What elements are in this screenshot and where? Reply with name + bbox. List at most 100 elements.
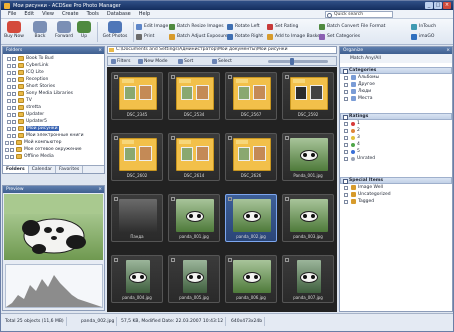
special-checkbox[interactable] [344, 192, 348, 197]
batch-exposure-button[interactable]: Batch Adjust Exposure [169, 32, 228, 41]
thumbnail-checkbox[interactable] [171, 258, 175, 262]
expand-toggle-icon[interactable] [7, 133, 11, 138]
folder-checkbox[interactable] [12, 56, 16, 61]
close-pane-icon[interactable]: × [98, 186, 102, 193]
folder-tree-node[interactable]: CyberLink [7, 62, 49, 69]
thumbnail-checkbox[interactable] [114, 258, 118, 262]
rotate-right-button[interactable]: Rotate Right [227, 32, 263, 41]
zoom-slider[interactable] [268, 58, 328, 65]
categories-item[interactable]: Люди [340, 88, 452, 95]
ratings-item[interactable]: Unrated [340, 155, 452, 162]
folder-tree-node[interactable]: Updater [7, 111, 44, 118]
select-button[interactable]: Select [212, 58, 232, 65]
expand-toggle-icon[interactable] [7, 70, 11, 75]
folder-checkbox[interactable] [12, 84, 16, 89]
imago-button[interactable]: imaGO [411, 32, 434, 41]
quick-search-input[interactable]: Quick search [325, 11, 393, 18]
expand-toggle-icon[interactable] [7, 56, 11, 61]
thumbnail-item[interactable]: panda_003.jpg [282, 194, 334, 242]
expand-toggle-icon[interactable] [7, 112, 11, 117]
special-item[interactable]: Uncategorized [340, 191, 452, 198]
expand-toggle-icon[interactable] [7, 105, 11, 110]
close-pane-icon[interactable]: × [446, 47, 450, 54]
folder-checkbox[interactable] [12, 91, 16, 96]
menu-create[interactable]: Create [58, 11, 83, 17]
thumbnail-checkbox[interactable] [228, 136, 232, 140]
categories-checkbox[interactable] [344, 82, 348, 87]
thumbnail-item[interactable]: Панда [111, 194, 163, 242]
expand-toggle-icon[interactable] [7, 91, 11, 96]
folder-tree-node[interactable]: Short Stories [7, 83, 55, 90]
folder-tree-node[interactable]: Updater5 [7, 118, 47, 125]
ratings-checkbox[interactable] [344, 156, 348, 161]
special-items-header[interactable]: Special Items [340, 177, 452, 184]
tab-favorites[interactable]: Favorites [56, 166, 84, 173]
get-photos-button[interactable]: Get Photos [101, 21, 129, 43]
folder-tree-node[interactable]: Мои электронные книги [7, 132, 84, 139]
zoom-slider-handle[interactable] [290, 58, 294, 65]
rotate-left-button[interactable]: Rotate Left [227, 22, 260, 31]
expand-toggle-icon[interactable] [7, 84, 11, 89]
thumbnail-item[interactable]: panda_002.jpg [225, 194, 277, 242]
special-item[interactable]: Image Well [340, 184, 452, 191]
folder-checkbox[interactable] [12, 70, 16, 75]
folder-tree-node[interactable]: Reception [7, 76, 48, 83]
buy-now-button[interactable]: Buy Now [3, 21, 25, 43]
folder-tree-node[interactable]: ICQ Lite [7, 69, 44, 76]
thumbnail-item[interactable]: DSC_2592 [282, 72, 334, 120]
thumbnail-item[interactable]: panda_007.jpg [282, 255, 334, 303]
thumbnail-item[interactable]: panda_005.jpg [168, 255, 220, 303]
ratings-item[interactable]: 2 [340, 127, 452, 134]
expand-toggle-icon[interactable] [7, 63, 11, 68]
folder-tree-node[interactable]: Book To Bud [7, 55, 54, 62]
thumbnail-checkbox[interactable] [285, 136, 289, 140]
ratings-item[interactable]: 1 [340, 120, 452, 127]
ratings-checkbox[interactable] [344, 128, 348, 133]
expand-toggle-icon[interactable] [5, 140, 9, 145]
ratings-item[interactable]: 3 [340, 134, 452, 141]
back-button[interactable]: Back [29, 21, 51, 43]
thumbnail-item[interactable]: DSC_2534 [168, 72, 220, 120]
thumbnail-item[interactable]: DSC_2602 [111, 133, 163, 181]
thumbnail-checkbox[interactable] [171, 75, 175, 79]
tab-calendar[interactable]: Calendar [29, 166, 56, 173]
edit-image-button[interactable]: Edit Image [136, 22, 168, 31]
thumbnail-checkbox[interactable] [228, 75, 232, 79]
thumbnail-item[interactable]: panda_004.jpg [111, 255, 163, 303]
address-bar[interactable]: C:\Documents and Settings\Администратор\… [107, 46, 337, 54]
folder-checkbox[interactable] [12, 98, 16, 103]
categories-checkbox[interactable] [344, 96, 348, 101]
intouch-button[interactable]: InTouch [411, 22, 436, 31]
folder-tree-node[interactable]: Sony Media Libraries [7, 90, 73, 97]
close-pane-icon[interactable]: × [98, 47, 102, 54]
thumbnail-item[interactable]: DSC_2345 [111, 72, 163, 120]
expand-toggle-icon[interactable] [7, 77, 11, 82]
folder-tree-node[interactable]: Мое сетевое окружение [5, 146, 82, 153]
thumbnail-checkbox[interactable] [171, 136, 175, 140]
ratings-checkbox[interactable] [344, 142, 348, 147]
image-basket-button[interactable]: Add to Image Basket [267, 32, 322, 41]
forward-button[interactable]: Forward [53, 21, 75, 43]
menu-tools[interactable]: Tools [83, 11, 103, 17]
batch-convert-button[interactable]: Batch Convert File Format [319, 22, 385, 31]
new-mode-button[interactable]: New Mode [138, 58, 168, 65]
special-checkbox[interactable] [344, 185, 348, 190]
set-categories-button[interactable]: Set Categories [319, 32, 360, 41]
thumbnail-item[interactable]: DSC_2614 [168, 133, 220, 181]
menu-help[interactable]: Help [135, 11, 154, 17]
thumbnail-checkbox[interactable] [228, 258, 232, 262]
filters-button[interactable]: Filters [111, 58, 131, 65]
expand-toggle-icon[interactable] [5, 147, 9, 152]
thumbnail-item[interactable]: panda_001.jpg [168, 194, 220, 242]
batch-resize-button[interactable]: Batch Resize Images [169, 22, 224, 31]
thumbnail-checkbox[interactable] [114, 136, 118, 140]
categories-header[interactable]: Categories [340, 67, 452, 74]
folder-checkbox[interactable] [10, 154, 14, 159]
categories-item[interactable]: Альбомы [340, 74, 452, 81]
ratings-checkbox[interactable] [344, 121, 348, 126]
thumbnail-checkbox[interactable] [171, 197, 175, 201]
set-rating-button[interactable]: Set Rating [267, 22, 298, 31]
folder-checkbox[interactable] [12, 77, 16, 82]
thumbnail-item[interactable]: panda_006.jpg [225, 255, 277, 303]
folder-tree-node[interactable]: TV [7, 97, 32, 104]
